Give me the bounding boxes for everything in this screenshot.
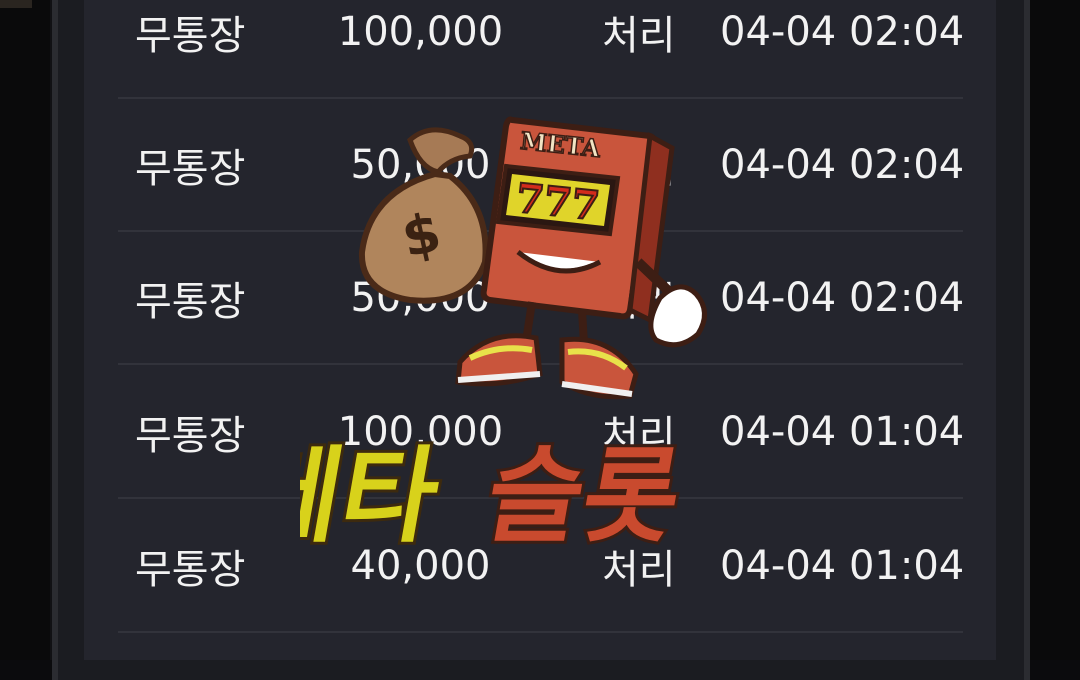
deposit-status: 처리 <box>602 145 676 192</box>
deposit-time: 04-04 02:04 <box>720 8 965 55</box>
deposit-amount: 100,000 <box>337 408 504 455</box>
deposit-method: 무통장 <box>135 12 246 59</box>
deposit-status: 처리 <box>602 12 676 59</box>
deposit-time: 04-04 02:04 <box>720 141 965 188</box>
left-background <box>0 0 76 660</box>
deposit-amount: 100,000 <box>337 8 504 55</box>
deposit-time: 04-04 01:04 <box>720 542 965 589</box>
deposit-status: 처리 <box>602 546 676 593</box>
deposit-time: 04-04 02:04 <box>720 274 965 321</box>
deposit-method: 무통장 <box>135 278 246 325</box>
list-item[interactable]: 무통장 50,000 처리 04-04 02:04 <box>118 232 965 365</box>
list-item[interactable]: 무통장 100,000 처리 04-04 02:04 <box>118 0 965 99</box>
list-item[interactable]: 무통장 40,000 처리 04-04 01:04 <box>118 500 965 633</box>
deposit-status: 처리 <box>602 278 676 325</box>
background-thumbnail <box>0 0 32 8</box>
deposit-status: 처리 <box>602 412 676 459</box>
deposit-amount: 50,000 <box>350 141 491 188</box>
list-item[interactable]: 무통장 100,000 처리 04-04 01:04 <box>118 366 965 499</box>
deposit-amount: 50,000 <box>350 274 491 321</box>
screen: 무통장 100,000 처리 04-04 02:04 무통장 50,000 처리… <box>0 0 1080 680</box>
deposit-method: 무통장 <box>135 412 246 459</box>
deposit-method: 무통장 <box>135 546 246 593</box>
deposit-time: 04-04 01:04 <box>720 408 965 455</box>
deposit-amount: 40,000 <box>350 542 491 589</box>
deposit-method: 무통장 <box>135 145 246 192</box>
list-item[interactable]: 무통장 50,000 처리 04-04 02:04 <box>118 99 965 232</box>
right-background <box>1030 0 1080 660</box>
